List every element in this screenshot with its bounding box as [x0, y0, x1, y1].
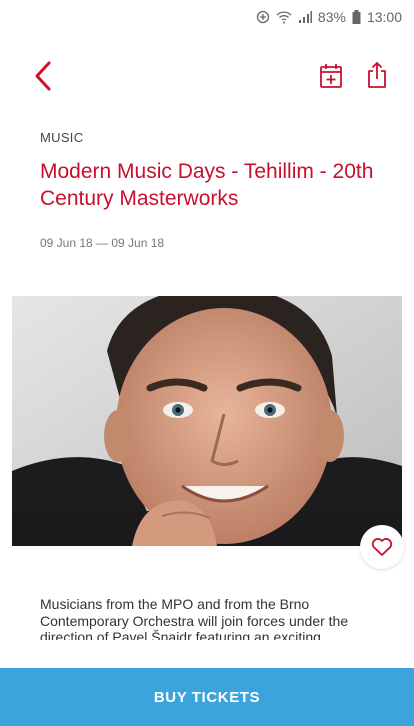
battery-icon	[352, 10, 361, 24]
event-category: MUSIC	[40, 130, 84, 145]
buy-tickets-button[interactable]: BUY TICKETS	[0, 668, 414, 726]
calendar-add-icon	[320, 64, 342, 88]
share-button[interactable]	[364, 60, 390, 90]
status-bar: 83% 13:00	[0, 0, 414, 34]
top-action-bar	[0, 54, 414, 98]
clock: 13:00	[366, 9, 402, 25]
wifi-icon	[276, 10, 292, 24]
heart-icon	[371, 538, 393, 556]
share-icon	[368, 62, 386, 88]
chevron-left-icon	[35, 61, 51, 91]
data-saver-icon	[256, 10, 270, 24]
back-button[interactable]	[28, 58, 58, 94]
event-dates: 09 Jun 18 — 09 Jun 18	[40, 236, 165, 250]
favorite-button[interactable]	[360, 525, 404, 569]
event-description: Musicians from the MPO and from the Brno…	[40, 596, 349, 640]
signal-icon	[298, 10, 312, 24]
battery-percent: 83%	[317, 9, 346, 25]
add-to-calendar-button[interactable]	[318, 62, 344, 90]
event-title: Modern Music Days - Tehillim - 20th Cent…	[40, 160, 374, 210]
event-hero-image	[12, 296, 402, 546]
